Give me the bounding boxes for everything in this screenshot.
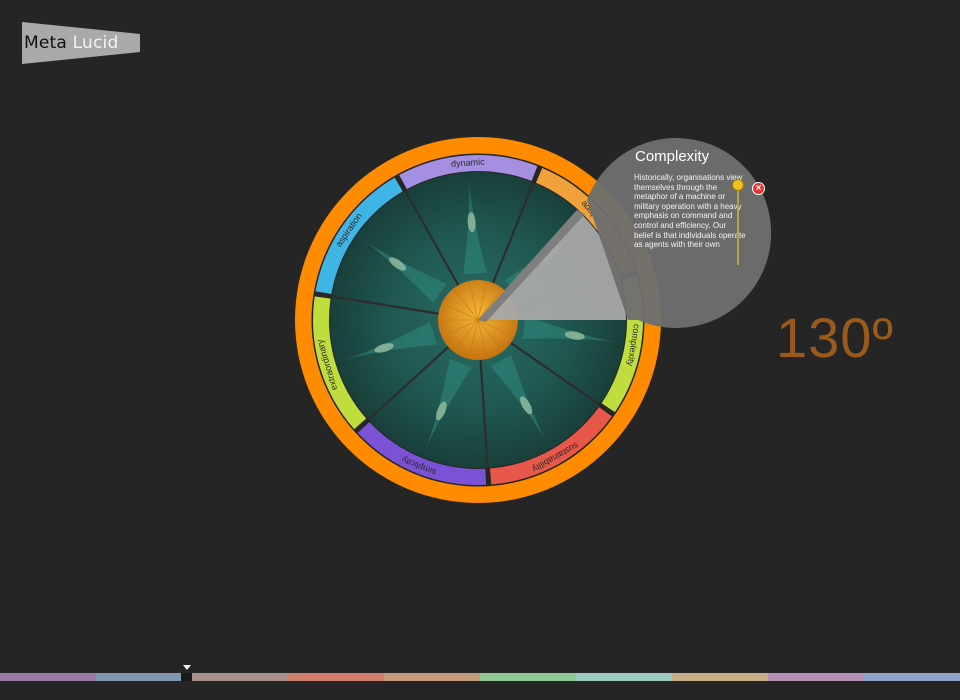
timeline-segment[interactable] bbox=[864, 673, 960, 681]
info-title: Complexity bbox=[635, 148, 710, 165]
timeline-segment[interactable] bbox=[0, 673, 97, 681]
timeline-segment[interactable] bbox=[384, 673, 481, 681]
scroll-slider-track[interactable] bbox=[737, 185, 739, 265]
timeline-handle[interactable] bbox=[181, 673, 192, 681]
timeline-bar[interactable] bbox=[0, 673, 960, 681]
info-body: Historically, organisations view themsel… bbox=[634, 173, 746, 250]
timeline-segment[interactable] bbox=[192, 673, 289, 681]
timeline-marker-icon bbox=[183, 665, 191, 670]
timeline-segment[interactable] bbox=[96, 673, 193, 681]
timeline-segment[interactable] bbox=[480, 673, 577, 681]
angle-readout: 130º bbox=[776, 306, 894, 369]
timeline-segment[interactable] bbox=[672, 673, 769, 681]
scroll-slider-handle[interactable] bbox=[732, 179, 744, 191]
close-button[interactable]: × bbox=[752, 182, 765, 195]
timeline-segment[interactable] bbox=[576, 673, 673, 681]
timeline-segment[interactable] bbox=[768, 673, 865, 681]
timeline-segment[interactable] bbox=[288, 673, 385, 681]
